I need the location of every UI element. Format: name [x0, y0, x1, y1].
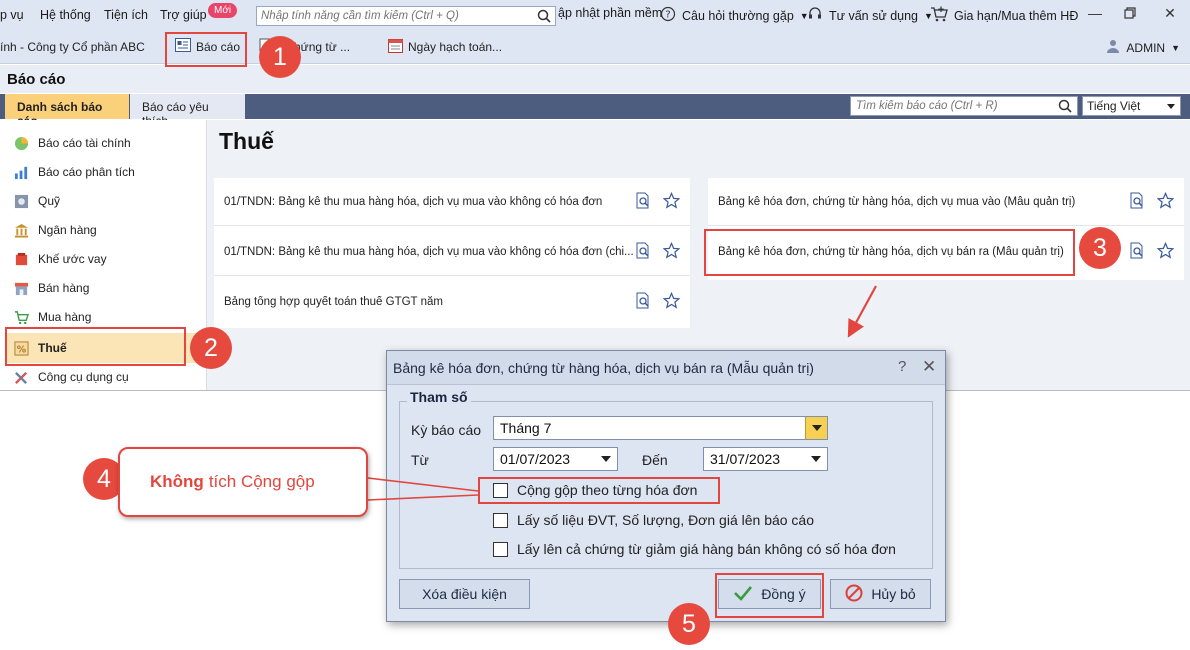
callout-bold-text: Không	[150, 472, 204, 491]
annotation-connectors	[367, 285, 877, 501]
callout-note: Không tích Cộng gộp	[118, 447, 368, 517]
arrow-to-dialog	[847, 285, 877, 338]
callout-text: tích Cộng gộp	[208, 472, 315, 491]
callout-connector-bottom	[367, 494, 479, 501]
callout-connector-top	[367, 477, 479, 492]
